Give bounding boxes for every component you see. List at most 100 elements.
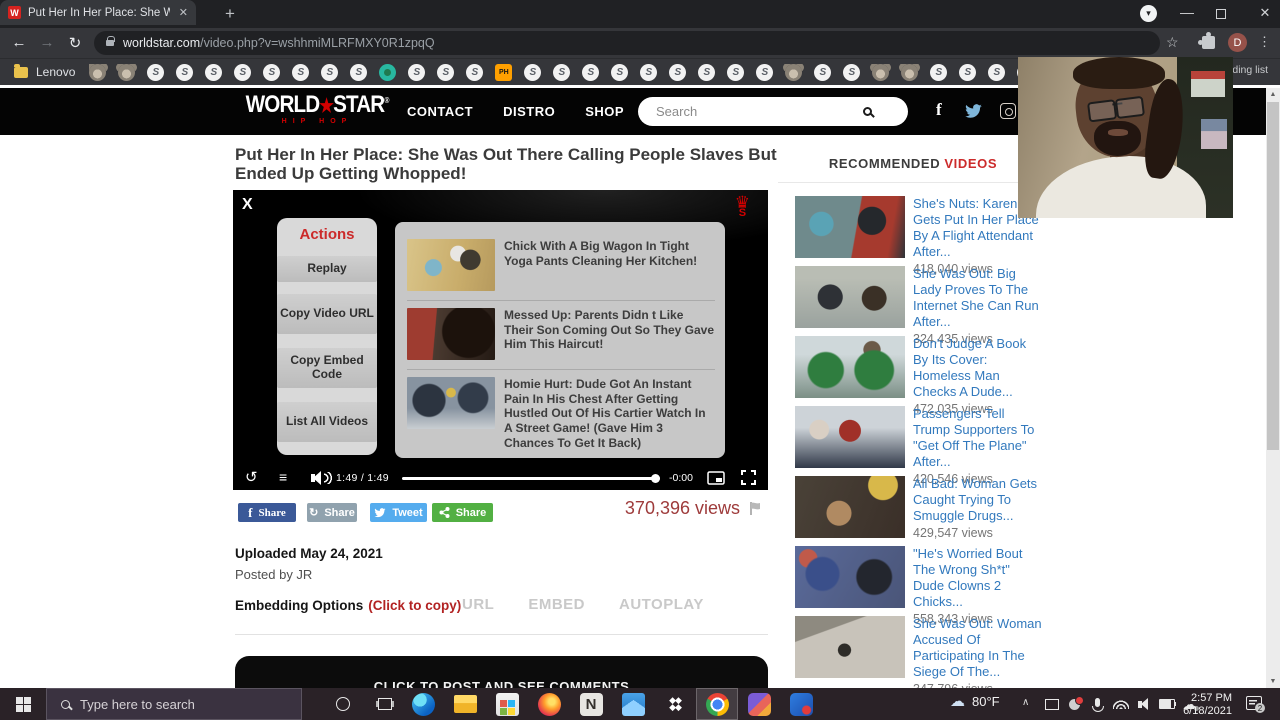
store-icon[interactable] — [486, 688, 528, 720]
globe-favicon[interactable] — [350, 63, 368, 81]
globe-favicon[interactable] — [176, 63, 194, 81]
scrollbar-up-icon[interactable]: ▲ — [1266, 88, 1280, 101]
related-video-title[interactable]: Chick With A Big Wagon In Tight Yoga Pan… — [504, 239, 715, 291]
globe-favicon[interactable] — [698, 63, 716, 81]
recommended-video-item[interactable]: "He's Worried Bout The Wrong Sh*t" Dude … — [795, 546, 1043, 626]
embed-option[interactable]: EMBED — [528, 596, 585, 613]
video-thumbnail[interactable] — [795, 266, 905, 328]
monkey-favicon[interactable] — [872, 63, 890, 81]
scrollbar-down-icon[interactable]: ▼ — [1266, 675, 1280, 688]
browser-menu-icon[interactable]: ⋮ — [1258, 34, 1271, 50]
window-close-button[interactable]: ✕ — [1250, 5, 1280, 21]
globe-favicon[interactable] — [843, 63, 861, 81]
edge-icon[interactable] — [402, 688, 444, 720]
chrome-icon[interactable] — [696, 688, 738, 720]
globe-favicon[interactable] — [466, 63, 484, 81]
tweet-button[interactable]: Tweet — [370, 503, 427, 522]
video-title[interactable]: She Was Out: Woman Accused Of Participat… — [913, 616, 1043, 680]
player-action-button[interactable]: List All Videos — [277, 402, 377, 442]
microphone-icon[interactable] — [1086, 696, 1109, 712]
globe-favicon[interactable] — [756, 63, 774, 81]
globe-favicon[interactable] — [930, 63, 948, 81]
firefox-icon[interactable] — [528, 688, 570, 720]
video-thumbnail[interactable] — [795, 336, 905, 398]
tab-close-icon[interactable]: ✕ — [179, 6, 188, 19]
clock[interactable]: 2:57 PM 6/18/2021 — [1176, 692, 1232, 717]
bookmark-folder-label[interactable]: Lenovo — [36, 65, 75, 79]
globe-favicon[interactable] — [553, 63, 571, 81]
alert-dot-icon[interactable] — [1063, 696, 1086, 712]
globe-favicon[interactable] — [437, 63, 455, 81]
globe-favicon[interactable] — [292, 63, 310, 81]
recommended-video-item[interactable]: Passengers Tell Trump Supporters To "Get… — [795, 406, 1043, 486]
new-tab-button[interactable]: + — [220, 4, 240, 24]
search-icon[interactable] — [863, 107, 872, 116]
globe-favicon[interactable] — [959, 63, 977, 81]
globe-favicon[interactable] — [205, 63, 223, 81]
related-video-thumbnail[interactable] — [407, 239, 495, 291]
related-video-title[interactable]: Messed Up: Parents Didn t Like Their Son… — [504, 308, 715, 360]
globe-favicon[interactable] — [408, 63, 426, 81]
video-title[interactable]: Passengers Tell Trump Supporters To "Get… — [913, 406, 1043, 470]
player-menu-icon[interactable]: ≡ — [279, 469, 287, 485]
video-title[interactable]: She Was Out: Big Lady Proves To The Inte… — [913, 266, 1043, 330]
site-nav-item[interactable]: CONTACT — [407, 104, 473, 119]
ph-favicon[interactable] — [495, 63, 513, 81]
embed-option[interactable]: URL — [462, 596, 494, 613]
generic-share-button[interactable]: ↻ Share — [307, 503, 357, 522]
related-video-thumbnail[interactable] — [407, 377, 495, 429]
recommended-video-item[interactable]: She Was Out: Big Lady Proves To The Inte… — [795, 266, 1043, 346]
video-thumbnail[interactable] — [795, 546, 905, 608]
progress-knob[interactable] — [651, 474, 660, 483]
maximize-button[interactable] — [1216, 9, 1226, 19]
sharethis-button[interactable]: Share — [432, 503, 493, 522]
globe-favicon[interactable] — [640, 63, 658, 81]
globe-favicon[interactable] — [814, 63, 832, 81]
notion-icon[interactable] — [570, 688, 612, 720]
video-thumbnail[interactable] — [795, 476, 905, 538]
taskbar-search[interactable] — [46, 688, 302, 720]
globe-favicon[interactable] — [234, 63, 252, 81]
video-title[interactable]: All Bad: Woman Gets Caught Trying To Smu… — [913, 476, 1043, 524]
globe-favicon[interactable] — [611, 63, 629, 81]
pip-icon[interactable] — [707, 471, 725, 490]
video-thumbnail[interactable] — [795, 196, 905, 258]
worldstar-logo[interactable]: WORLD★STAR® HIP HOP — [232, 93, 402, 126]
related-video-item[interactable]: Chick With A Big Wagon In Tight Yoga Pan… — [407, 232, 715, 300]
video-thumbnail[interactable] — [795, 616, 905, 678]
notifications-icon[interactable]: 2 — [1246, 696, 1265, 713]
wifi-icon[interactable] — [1109, 696, 1132, 712]
player-close-icon[interactable]: X — [242, 196, 253, 214]
lock-icon[interactable] — [106, 36, 115, 46]
player-action-button[interactable]: Copy Video URL — [277, 294, 377, 334]
profile-avatar[interactable]: D — [1228, 33, 1247, 52]
back-icon[interactable]: ← — [8, 34, 30, 51]
colorful-app-icon[interactable] — [738, 688, 780, 720]
recommended-video-item[interactable]: All Bad: Woman Gets Caught Trying To Smu… — [795, 476, 1043, 540]
media-controls-icon[interactable]: ▾ — [1140, 5, 1157, 22]
monkey-favicon[interactable] — [785, 63, 803, 81]
site-nav-item[interactable]: DISTRO — [503, 104, 555, 119]
recommended-video-item[interactable]: She's Nuts: Karen Gets Put In Her Place … — [795, 196, 1043, 276]
click-to-copy-hint[interactable]: (Click to copy) — [368, 598, 461, 613]
tray-expand-icon[interactable]: ∧ — [1022, 697, 1029, 708]
window-icon[interactable] — [1040, 696, 1063, 712]
forward-icon[interactable]: → — [36, 34, 58, 51]
bookmark-star-icon[interactable]: ☆ — [1166, 34, 1179, 51]
related-video-item[interactable]: Messed Up: Parents Didn t Like Their Son… — [407, 300, 715, 369]
reload-icon[interactable]: ↻ — [64, 34, 86, 52]
facebook-share-button[interactable]: f Share — [238, 503, 296, 522]
globe-favicon[interactable] — [582, 63, 600, 81]
video-title[interactable]: Don't Judge A Book By Its Cover: Homeles… — [913, 336, 1043, 400]
minimize-button[interactable]: — — [1172, 4, 1202, 20]
task-view-icon[interactable] — [378, 698, 392, 710]
recommended-video-item[interactable]: She Was Out: Woman Accused Of Participat… — [795, 616, 1043, 696]
video-player[interactable]: X ♛ S Actions Replay Copy Video URL Copy E… — [233, 190, 768, 490]
extensions-icon[interactable] — [1198, 32, 1215, 49]
fullscreen-icon[interactable] — [741, 470, 756, 490]
video-thumbnail[interactable] — [795, 406, 905, 468]
scrollbar-thumb[interactable] — [1267, 102, 1279, 450]
embed-option[interactable]: AUTOPLAY — [619, 596, 704, 613]
mail-icon[interactable] — [612, 688, 654, 720]
site-search-input[interactable] — [638, 104, 863, 119]
